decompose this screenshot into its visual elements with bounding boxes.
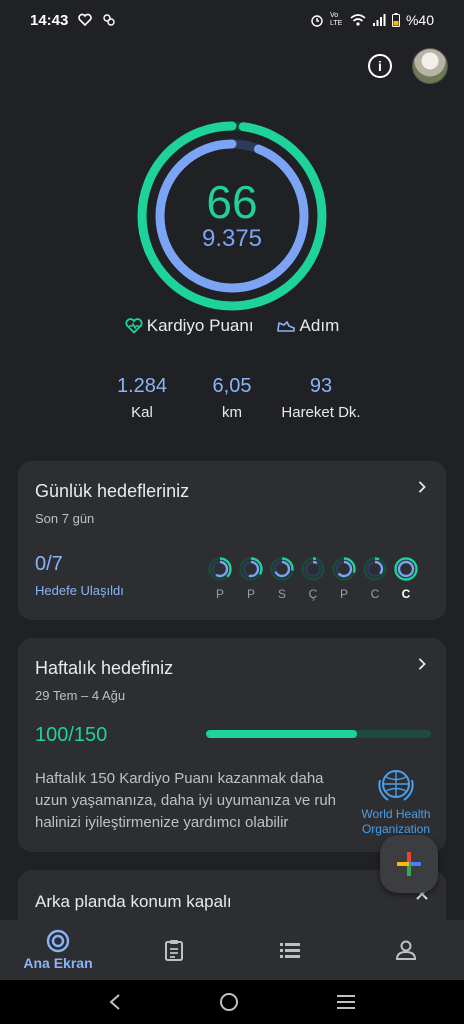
top-actions: i [368, 48, 448, 84]
legend-cardio-label: Kardiyo Puanı [146, 316, 254, 335]
nav-journal[interactable] [116, 920, 232, 980]
status-time: 14:43 [30, 11, 69, 29]
day-item: P [208, 557, 232, 601]
cardio-points-value: 66 [206, 176, 258, 228]
avatar[interactable] [412, 48, 448, 84]
chevron-right-icon[interactable] [416, 481, 428, 493]
home-circle-icon[interactable] [219, 992, 239, 1012]
list-icon [280, 943, 300, 958]
day-ring [332, 557, 356, 581]
day-label: Ç [308, 587, 318, 601]
day-item: C [363, 557, 387, 601]
plus-icon [397, 852, 421, 876]
alarm-icon [311, 15, 323, 27]
fitness-app-icon [103, 14, 116, 26]
nav-profile[interactable] [348, 920, 464, 980]
recents-icon[interactable] [336, 994, 356, 1010]
clipboard-icon [165, 940, 183, 961]
day-label: P [339, 587, 348, 601]
nav-browse[interactable] [232, 920, 348, 980]
day-item-today: C [394, 557, 418, 601]
day-ring [239, 557, 263, 581]
day-label: P [246, 587, 255, 601]
status-right: Vo LTE %40 [310, 12, 434, 28]
day-item: P [239, 557, 263, 601]
daily-goals-subtitle: Son 7 gün [35, 511, 95, 526]
system-nav-bar [0, 980, 464, 1024]
daily-goals-count-label: Hedefe Ulaşıldı [35, 583, 124, 598]
weekly-goal-card[interactable]: Haftalık hedefiniz 29 Tem – 4 Ağu 100/15… [18, 638, 446, 852]
ring-center: 66 9.375 [136, 120, 328, 312]
day-item: Ç [301, 557, 325, 601]
day-label: P [215, 587, 224, 601]
day-ring [363, 557, 387, 581]
nav-home[interactable]: Ana Ekran [0, 920, 116, 980]
nav-home-label: Ana Ekran [23, 955, 93, 971]
who-logo: World Health Organization [360, 766, 432, 836]
status-left: 14:43 [30, 12, 116, 29]
day-label: C [401, 587, 411, 601]
shoe-icon [276, 321, 295, 332]
who-text-1: World Health [361, 807, 431, 821]
legend-steps: Adım [276, 316, 340, 336]
home-ring-icon [46, 929, 70, 953]
info-icon[interactable]: i [368, 54, 392, 78]
daily-goals-title: Günlük hedefleriniz [35, 481, 190, 501]
day-label: S [277, 587, 286, 601]
weekly-progress-bar [206, 730, 431, 738]
volte-label: Vo LTE [329, 12, 343, 27]
who-emblem-icon [378, 770, 414, 801]
wifi-icon [350, 14, 366, 26]
weekly-goal-date-range: 29 Tem – 4 Ağu [35, 688, 126, 703]
back-icon[interactable] [108, 993, 122, 1011]
stat-label: Hareket Dk. [281, 404, 361, 421]
legend-cardio: Kardiyo Puanı [125, 316, 254, 336]
ring-legend: Kardiyo Puanı Adım [0, 316, 464, 336]
weekly-goal-title: Haftalık hedefiniz [35, 658, 174, 678]
day-ring [208, 557, 232, 581]
day-ring [394, 557, 418, 581]
stat-value: 93 [309, 375, 333, 397]
day-item: S [270, 557, 294, 601]
daily-goals-card[interactable]: Günlük hedefleriniz Son 7 gün 0/7 Hedefe… [18, 461, 446, 620]
battery-icon [391, 13, 400, 27]
chevron-right-icon[interactable] [416, 658, 428, 670]
day-ring [301, 557, 325, 581]
heart-icon [125, 318, 143, 334]
add-fab-button[interactable] [380, 835, 438, 893]
heart-pulse-icon [78, 13, 93, 27]
activity-ring[interactable]: 66 9.375 [136, 120, 328, 312]
day-ring [270, 557, 294, 581]
background-location-title: Arka planda konum kapalı [35, 892, 232, 911]
profile-icon [395, 940, 417, 960]
bottom-nav: Ana Ekran [0, 920, 464, 980]
day-item: P [332, 557, 356, 601]
stat-move-minutes: 93 Hareket Dk. [266, 374, 376, 421]
battery-percent: %40 [405, 12, 434, 28]
steps-value: 9.375 [201, 225, 263, 252]
weekly-goal-description: Haftalık 150 Kardiyo Puanı kazanmak daha… [35, 770, 337, 831]
status-bar: 14:43 Vo LTE %40 [0, 0, 464, 40]
weekly-goal-count: 100/150 [35, 724, 108, 746]
legend-steps-label: Adım [299, 316, 340, 335]
day-label: C [370, 587, 380, 601]
signal-icon [372, 14, 386, 26]
days-row: P P S Ç P C C [208, 557, 418, 601]
weekly-progress-fill [206, 730, 357, 738]
daily-goals-count: 0/7 [35, 553, 63, 575]
